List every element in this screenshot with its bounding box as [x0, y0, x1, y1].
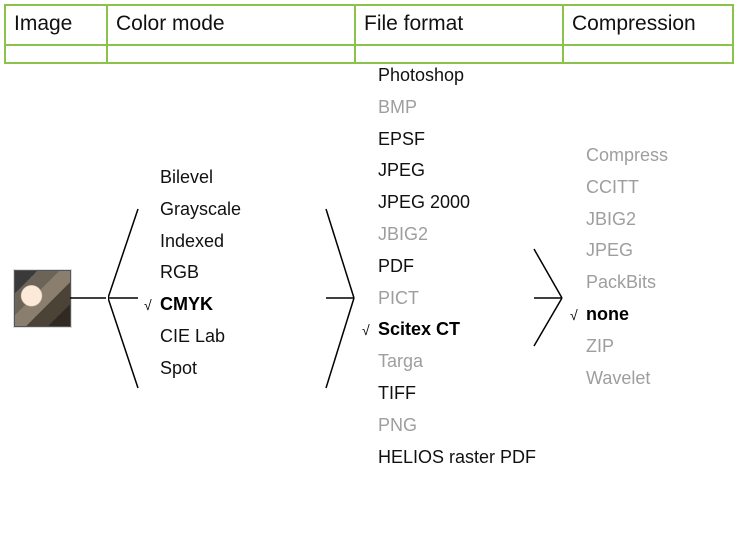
color-mode-label: Grayscale — [160, 200, 241, 220]
check-mark: √ — [144, 298, 160, 313]
compression-item: PackBits — [570, 273, 668, 293]
compression-label: PackBits — [586, 273, 656, 293]
file-format-item: Photoshop — [362, 66, 536, 86]
file-format-label: EPSF — [378, 130, 425, 150]
color-mode-label: Indexed — [160, 232, 224, 252]
file-format-label: JPEG 2000 — [378, 193, 470, 213]
compression-item: JPEG — [570, 241, 668, 261]
file-format-item: Targa — [362, 352, 536, 372]
header-image: Image — [6, 6, 106, 46]
file-format-item: HELIOS raster PDF — [362, 448, 536, 468]
compression-item: Wavelet — [570, 369, 668, 389]
file-format-label: Targa — [378, 352, 423, 372]
column-compression: Compression CompressCCITTJBIG2JPEGPackBi… — [564, 6, 732, 62]
file-format-label: PNG — [378, 416, 417, 436]
color-mode-item: CIE Lab — [144, 327, 241, 347]
compression-item: √none — [570, 305, 668, 325]
compression-label: JPEG — [586, 241, 633, 261]
column-color-mode: Color mode BilevelGrayscaleIndexedRGB√CM… — [108, 6, 356, 62]
color-mode-item: RGB — [144, 263, 241, 283]
compression-item: Compress — [570, 146, 668, 166]
file-format-list: Photoshop BMP EPSF JPEG JPEG 2000 JBIG2 PDF PIC… — [362, 66, 536, 467]
compression-item: ZIP — [570, 337, 668, 357]
body-compression: CompressCCITTJBIG2JPEGPackBits√noneZIPWa… — [564, 46, 732, 62]
color-mode-label: CIE Lab — [160, 327, 225, 347]
header-compression: Compression — [564, 6, 732, 46]
file-format-label: JPEG — [378, 161, 425, 181]
file-format-item: JBIG2 — [362, 225, 536, 245]
check-mark: √ — [570, 308, 586, 323]
file-format-label: BMP — [378, 98, 417, 118]
color-mode-list: BilevelGrayscaleIndexedRGB√CMYKCIE LabSp… — [144, 168, 241, 379]
compression-label: JBIG2 — [586, 210, 636, 230]
color-mode-item: Spot — [144, 359, 241, 379]
color-mode-label: CMYK — [160, 295, 213, 315]
compression-label: ZIP — [586, 337, 614, 357]
file-format-item: PNG — [362, 416, 536, 436]
compression-item: JBIG2 — [570, 210, 668, 230]
file-format-label: PICT — [378, 289, 419, 309]
color-mode-item: Bilevel — [144, 168, 241, 188]
file-format-item: JPEG 2000 — [362, 193, 536, 213]
color-mode-item: Indexed — [144, 232, 241, 252]
body-file-format: PhotoshopBMPEPSFJPEGJPEG 2000JBIG2PDFPIC… — [356, 46, 562, 62]
file-format-item: BMP — [362, 98, 536, 118]
column-file-format: File format PhotoshopBMPEPSFJPEGJPEG 200… — [356, 6, 564, 62]
file-format-item: EPSF — [362, 130, 536, 150]
color-mode-label: Spot — [160, 359, 197, 379]
file-format-label: HELIOS raster PDF — [378, 448, 536, 468]
file-format-item: JPEG — [362, 161, 536, 181]
header-color-mode: Color mode — [108, 6, 354, 46]
compression-item: CCITT — [570, 178, 668, 198]
color-mode-label: RGB — [160, 263, 199, 283]
body-color-mode: BilevelGrayscaleIndexedRGB√CMYKCIE LabSp… — [108, 46, 354, 62]
color-mode-item: Grayscale — [144, 200, 241, 220]
color-mode-item: √CMYK — [144, 295, 241, 315]
color-mode-label: Bilevel — [160, 168, 213, 188]
header-file-format: File format — [356, 6, 562, 46]
column-image: Image — [6, 6, 108, 62]
file-format-label: Photoshop — [378, 66, 464, 86]
check-mark: √ — [362, 323, 378, 338]
connector-image-to-mode — [6, 46, 108, 546]
file-format-item: PDF — [362, 257, 536, 277]
file-format-label: JBIG2 — [378, 225, 428, 245]
file-format-label: Scitex CT — [378, 320, 460, 340]
compression-label: Compress — [586, 146, 668, 166]
file-format-item: TIFF — [362, 384, 536, 404]
compression-label: none — [586, 305, 629, 325]
file-format-label: TIFF — [378, 384, 416, 404]
body-image — [6, 46, 106, 62]
file-format-item: √Scitex CT — [362, 320, 536, 340]
diagram-table: Image Color mode BilevelGrayscaleIndexed… — [4, 4, 734, 64]
file-format-label: PDF — [378, 257, 414, 277]
compression-list: CompressCCITTJBIG2JPEGPackBits√noneZIPWa… — [570, 146, 668, 388]
file-format-item: PICT — [362, 289, 536, 309]
compression-label: Wavelet — [586, 369, 650, 389]
compression-label: CCITT — [586, 178, 639, 198]
